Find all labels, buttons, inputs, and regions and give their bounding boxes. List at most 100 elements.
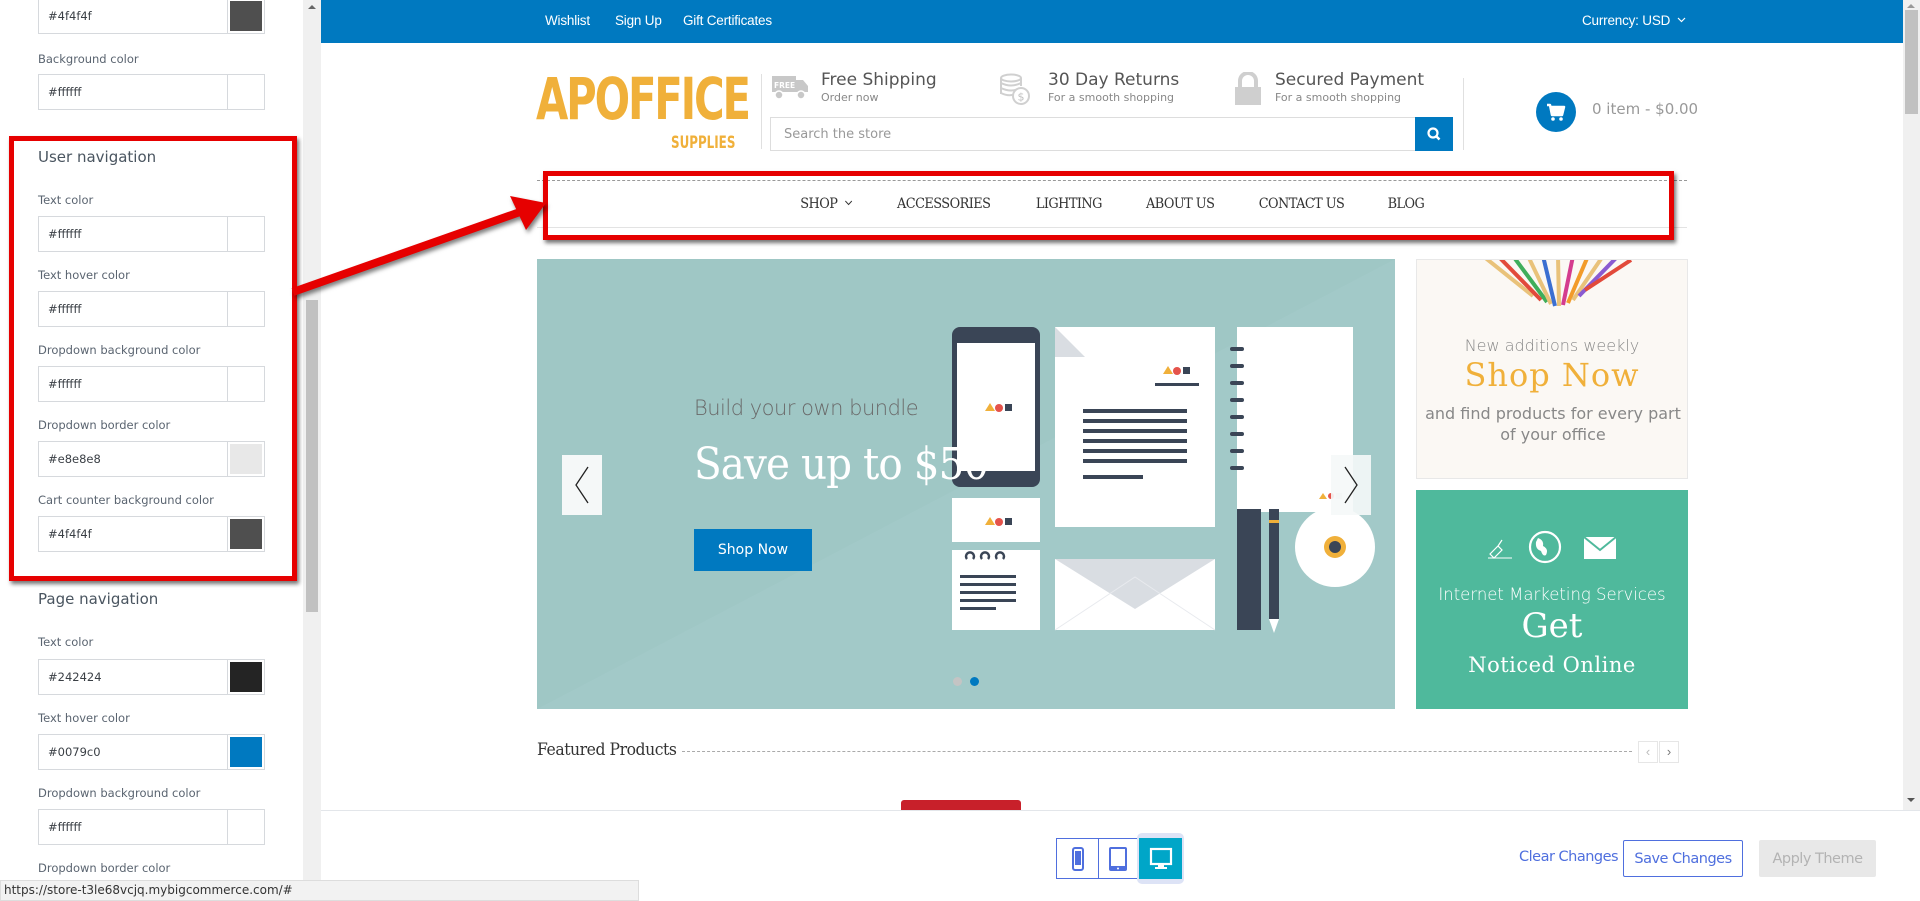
divider [1463,78,1464,150]
store-preview: Wishlist Sign Up Gift Certificates Curre… [321,0,1903,810]
page-nav-dropdown-bg-color-field[interactable]: #ffffff [38,809,265,845]
search-box [770,117,1453,151]
chevron-right-icon [1344,466,1358,504]
featured-products-title: Featured Products [537,740,677,760]
annotation-highlight-user-navigation [9,136,297,581]
clear-changes-button[interactable]: Clear Changes [1519,849,1619,865]
field-label: Background color [38,52,139,66]
feature-subtitle: For a smooth shopping [1048,91,1175,104]
feature-free-shipping: Free Shipping Order now [821,70,937,104]
field-label: Dropdown background color [38,786,201,800]
mobile-phone-icon [1071,846,1084,871]
scrollbar-thumb[interactable] [306,300,318,612]
color-value[interactable]: #ffffff [39,75,228,109]
tablet-icon [1109,846,1127,871]
search-button[interactable] [1415,117,1453,151]
feature-title: Free Shipping [821,70,937,90]
save-changes-button[interactable]: Save Changes [1623,840,1743,877]
search-input[interactable] [771,118,1411,150]
hero-carousel: Build your own bundle Save up to $50 Sho… [537,259,1395,709]
page-nav-text-hover-color-field[interactable]: #0079c0 [38,734,265,770]
section-title-page-navigation: Page navigation [38,590,159,608]
pen-icon [1488,539,1512,559]
product-image-partial [901,800,1021,810]
carousel-next-button[interactable] [1331,455,1371,515]
new-additions-banner[interactable]: New additions weekly Shop Now and find p… [1416,259,1688,479]
svg-text:FREE: FREE [774,81,795,90]
marketing-icons [1488,530,1617,564]
background-color-field[interactable]: #ffffff [38,74,265,110]
sign-up-link[interactable]: Sign Up [615,13,662,28]
feature-subtitle: Order now [821,91,879,104]
banner-line: New additions weekly [1464,336,1640,355]
globe-icon [1528,530,1562,564]
feature-secured-payment: Secured Payment For a smooth shopping [1275,70,1424,104]
banner-headline: Get [1521,606,1583,646]
scrollbar-thumb[interactable] [1905,10,1918,114]
color-value[interactable]: #0079c0 [39,735,228,769]
status-bar-url: https://store-t3le68vcjq.mybigcommerce.c… [0,880,639,901]
chevron-down-icon [1677,17,1686,23]
featured-products-header: Featured Products ‹ › [537,740,1689,764]
banner-line: Internet Marketing Services [1438,585,1666,604]
chevron-left-icon [575,466,589,504]
color-field-top[interactable]: #4f4f4f [38,0,265,34]
carousel-dot-2[interactable] [970,677,979,686]
color-swatch[interactable] [228,735,264,769]
color-swatch[interactable] [228,75,264,109]
annotation-highlight-store-nav [543,171,1674,240]
cart-summary[interactable]: 0 item - $0.00 [1592,100,1698,118]
field-label: Text hover color [38,711,130,725]
field-label: Dropdown border color [38,861,171,875]
free-truck-icon: FREE [772,76,808,100]
preview-scrollbar[interactable] [1903,0,1920,810]
store-logo[interactable]: APOFFICE [536,70,751,128]
hero-shop-now-button[interactable]: Shop Now [694,529,812,571]
colored-pencils-image [1484,260,1633,307]
gift-certificates-link[interactable]: Gift Certificates [683,13,772,28]
hero-subtitle: Build your own bundle [694,396,919,420]
svg-text:$: $ [1018,91,1025,104]
feature-subtitle: For a smooth shopping [1275,91,1402,104]
scroll-down-arrow-icon[interactable] [1907,798,1915,802]
field-label: Text color [38,635,94,649]
carousel-prev-button[interactable] [562,455,602,515]
currency-label: Currency: USD [1582,13,1671,28]
color-value[interactable]: #242424 [39,660,228,694]
color-value[interactable]: #ffffff [39,810,228,844]
currency-selector[interactable]: Currency: USD [1582,13,1686,28]
banner-description: and find products for every part of your… [1425,404,1681,444]
device-tablet-button[interactable] [1098,838,1138,879]
divider [761,74,762,149]
carousel-dot-1[interactable] [953,677,962,686]
feature-title: 30 Day Returns [1048,70,1180,90]
color-swatch[interactable] [228,660,264,694]
color-value[interactable]: #4f4f4f [39,0,228,33]
featured-prev-button[interactable]: ‹ [1638,741,1658,763]
lock-icon [1235,72,1261,105]
cart-button[interactable] [1536,92,1576,132]
annotation-arrow-icon [291,196,546,296]
shopping-cart-icon [1547,103,1566,121]
scroll-up-arrow-icon[interactable] [1907,4,1915,8]
divider [682,751,1632,752]
sidebar-scrollbar[interactable] [303,0,321,880]
coins-icon: $ [1000,73,1030,105]
hero-title: Save up to $50 [694,439,989,490]
color-swatch[interactable] [228,810,264,844]
device-mobile-button[interactable] [1056,838,1099,879]
banner-subheadline: Noticed Online [1468,653,1636,677]
device-desktop-button[interactable] [1139,838,1182,879]
scroll-up-arrow-icon[interactable] [308,5,316,9]
banner-headline: Shop Now [1464,356,1640,394]
featured-next-button[interactable]: › [1659,741,1679,763]
store-top-bar: Wishlist Sign Up Gift Certificates Curre… [321,0,1903,43]
feature-30-day-returns: 30 Day Returns For a smooth shopping [1048,70,1179,104]
apply-theme-button[interactable]: Apply Theme [1759,840,1876,877]
store-logo-subtitle: SUPPLIES [671,133,736,153]
internet-marketing-banner[interactable]: Internet Marketing Services Get Noticed … [1416,490,1688,709]
color-swatch[interactable] [228,0,264,33]
search-icon [1427,127,1441,141]
page-nav-text-color-field[interactable]: #242424 [38,659,265,695]
wishlist-link[interactable]: Wishlist [545,13,590,28]
